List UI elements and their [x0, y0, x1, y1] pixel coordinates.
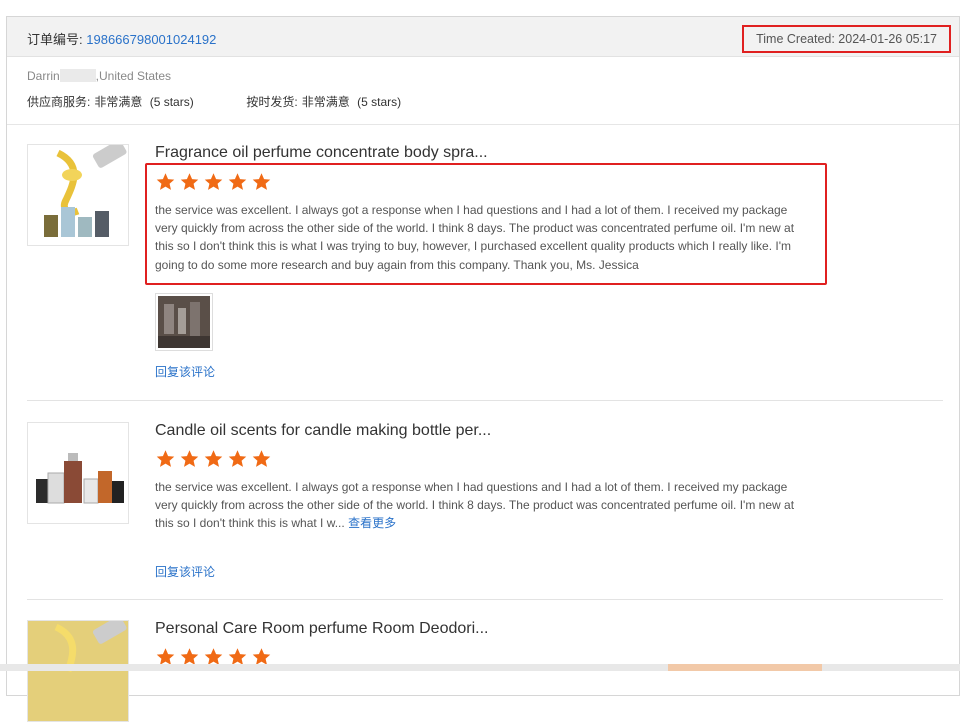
scrollbar-thumb[interactable] [668, 664, 822, 671]
room-perfume-image [28, 621, 128, 721]
buyer-info: Darrin ,United States 供应商服务: 非常满意 (5 stars… [7, 57, 959, 125]
supplier-service-value: 非常满意 [94, 95, 143, 109]
buyer-name-line: Darrin ,United States [27, 69, 959, 89]
star-icon [156, 450, 175, 467]
shipping-stars: (5 stars) [357, 95, 402, 109]
star-icon [228, 450, 247, 467]
star-icon [204, 450, 223, 467]
product-thumbnail[interactable] [27, 422, 129, 524]
product-thumbnail[interactable] [27, 620, 129, 722]
buyer-ratings-line: 供应商服务: 非常满意 (5 stars) 按时发货: 非常满意 (5 stars) [27, 93, 959, 110]
see-more-link[interactable]: 查看更多 [348, 516, 396, 530]
reply-link[interactable]: 回复该评论 [155, 563, 215, 580]
product-thumbnail[interactable] [27, 144, 129, 246]
buyer-country: ,United States [95, 69, 172, 83]
shipping-value: 非常满意 [301, 95, 350, 109]
review-photo-image [158, 296, 210, 348]
reply-link[interactable]: 回复该评论 [155, 363, 215, 380]
star-icon [252, 450, 271, 467]
star-icon [180, 450, 199, 467]
order-number-link[interactable]: 198666798001024192 [86, 32, 216, 47]
product-title[interactable]: Fragrance oil perfume concentrate body s… [155, 144, 488, 162]
perfume-oil-image [44, 145, 127, 237]
top-strip [0, 0, 960, 16]
order-label-text: 订单编号: [27, 32, 83, 47]
shipping-label: 按时发货: [246, 95, 298, 109]
perfume-bottles-image [36, 453, 124, 504]
buyer-name: Darrin [27, 69, 60, 83]
time-created: Time Created: 2024-01-26 05:17 [742, 25, 951, 53]
supplier-service-label: 供应商服务: [27, 95, 91, 109]
product-title[interactable]: Personal Care Room perfume Room Deodori.… [155, 620, 488, 638]
review-photo[interactable] [155, 293, 213, 351]
rating-stars [155, 449, 272, 469]
product-title[interactable]: Candle oil scents for candle making bott… [155, 422, 491, 440]
highlight-box [145, 163, 827, 285]
masked-name [59, 69, 96, 82]
order-header: 订单编号: 198666798001024192 Time Created: 2… [7, 17, 959, 57]
review-item: Personal Care Room perfume Room Deodori.… [27, 600, 943, 722]
review-item: Candle oil scents for candle making bott… [27, 401, 943, 600]
order-review-card: 订单编号: 198666798001024192 Time Created: 2… [6, 16, 960, 722]
review-comment-text: the service was excellent. I always got … [155, 480, 795, 531]
review-comment: the service was excellent. I always got … [155, 478, 811, 533]
supplier-service-stars: (5 stars) [149, 95, 194, 109]
review-item: Fragrance oil perfume concentrate body s… [27, 125, 943, 401]
order-number-label: 订单编号: 198666798001024192 [27, 29, 216, 48]
